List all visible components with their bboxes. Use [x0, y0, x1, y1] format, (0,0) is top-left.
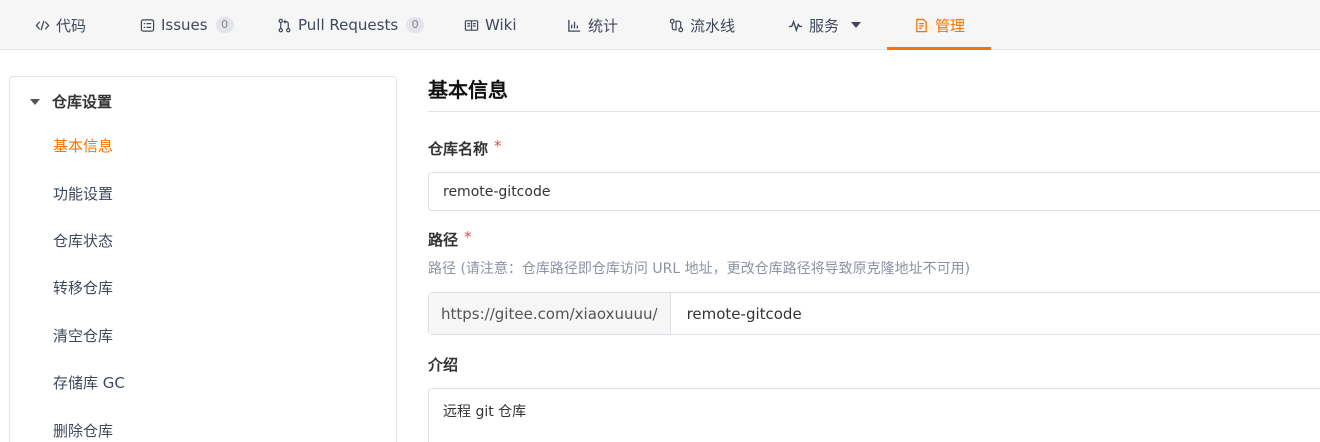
tab-manage[interactable]: 管理 — [886, 0, 992, 50]
chevron-down-icon — [851, 22, 862, 28]
path-hint: 路径 (请注意：仓库路径即仓库访问 URL 地址，更改仓库路径将导致原克隆地址不… — [428, 261, 971, 277]
repo-name-input[interactable]: remote-gitcode — [428, 172, 1320, 211]
sidebar-item-features[interactable]: 功能设置 — [53, 183, 113, 204]
tab-pull-requests-label: Pull Requests — [298, 16, 399, 34]
sidebar-item-clear[interactable]: 清空仓库 — [53, 325, 113, 346]
tab-stats[interactable]: 统计 — [566, 0, 618, 50]
path-input-group: https://gitee.com/xiaoxuuuu/ remote-gitc… — [428, 292, 1320, 335]
repo-name-value: remote-gitcode — [443, 183, 551, 200]
tab-pull-requests[interactable]: Pull Requests 0 — [276, 0, 425, 50]
tab-wiki-label: Wiki — [485, 16, 517, 34]
repo-name-label: 仓库名称 * — [428, 137, 502, 159]
required-mark: * — [464, 228, 472, 246]
tab-services-label: 服务 — [809, 16, 840, 35]
wiki-icon — [463, 17, 479, 33]
repo-name-label-text: 仓库名称 — [428, 140, 489, 158]
main-content: 基本信息 仓库名称 * remote-gitcode 路径 * 路径 (请注意：仓库… — [428, 76, 1320, 442]
tab-issues-label: Issues — [161, 16, 208, 34]
caret-down-icon — [30, 98, 40, 105]
tab-stats-label: 统计 — [588, 16, 619, 35]
tab-issues[interactable]: Issues 0 — [139, 0, 234, 50]
issues-count-badge: 0 — [215, 17, 234, 33]
settings-sidebar: 仓库设置 基本信息 功能设置 仓库状态 转移仓库 清空仓库 存储库 GC 删除仓… — [9, 76, 397, 442]
intro-label: 介绍 — [428, 356, 459, 374]
tab-services[interactable]: 服务 — [787, 0, 862, 50]
tab-pipeline-label: 流水线 — [690, 16, 736, 35]
sidebar-item-delete[interactable]: 删除仓库 — [53, 420, 113, 441]
sidebar-item-basic-info[interactable]: 基本信息 — [53, 135, 113, 156]
manage-icon — [913, 17, 929, 33]
tab-manage-label: 管理 — [935, 16, 966, 35]
tab-code[interactable]: 代码 — [34, 0, 86, 50]
page-title: 基本信息 — [428, 76, 1320, 112]
pulse-icon — [787, 17, 803, 33]
required-mark: * — [494, 137, 502, 155]
code-icon — [34, 17, 50, 33]
repo-tab-bar: 代码 Issues 0 Pull Requests 0 Wiki 统计 流水线 — [0, 0, 1320, 50]
pull-request-icon — [276, 17, 292, 33]
sidebar-item-gc[interactable]: 存储库 GC — [53, 372, 125, 393]
intro-value: 远程 git 仓库 — [443, 404, 527, 420]
path-label: 路径 * — [428, 228, 472, 250]
sidebar-item-repo-status[interactable]: 仓库状态 — [53, 230, 113, 251]
path-label-text: 路径 — [428, 231, 459, 249]
intro-textarea[interactable]: 远程 git 仓库 — [428, 388, 1320, 442]
sidebar-group-label: 仓库设置 — [52, 93, 113, 111]
tab-pipeline[interactable]: 流水线 — [668, 0, 735, 50]
tab-code-label: 代码 — [56, 16, 87, 35]
path-prefix: https://gitee.com/xiaoxuuuu/ — [429, 293, 671, 334]
chart-icon — [566, 17, 582, 33]
sidebar-group-repo-settings[interactable]: 仓库设置 — [30, 91, 112, 112]
pipeline-icon — [668, 17, 684, 33]
sidebar-item-transfer[interactable]: 转移仓库 — [53, 277, 113, 298]
pull-requests-count-badge: 0 — [406, 17, 425, 33]
issues-icon — [139, 17, 155, 33]
path-input[interactable]: remote-gitcode — [671, 305, 802, 323]
tab-wiki[interactable]: Wiki — [463, 0, 517, 50]
